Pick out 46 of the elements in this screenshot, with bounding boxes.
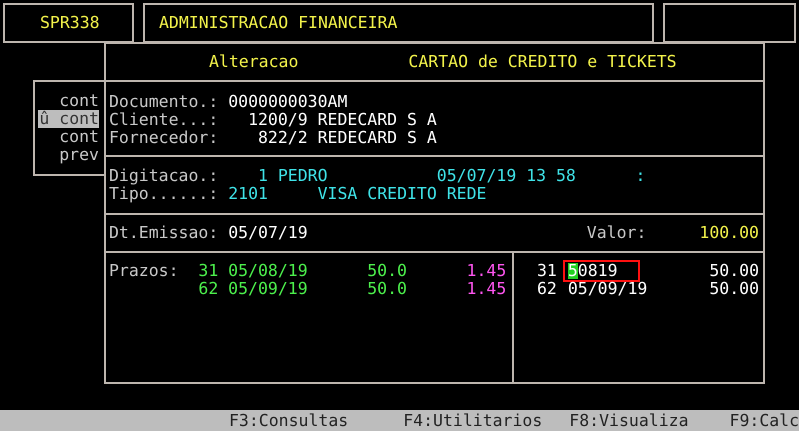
field-label: Dt.Emissao: xyxy=(109,224,220,242)
field-value: REDECARD S A xyxy=(318,129,437,147)
field-value: 2101 xyxy=(228,185,269,203)
table-cell: 62 xyxy=(198,280,218,298)
field-value: PEDRO xyxy=(278,167,329,185)
menu-item[interactable]: û cont xyxy=(38,110,99,128)
table-cell: 62 xyxy=(537,280,557,298)
table-cell: 50.00 xyxy=(709,280,759,298)
field-value: REDECARD S A xyxy=(318,111,437,129)
table-cell: 05/09/19 xyxy=(568,280,648,298)
field-value: : xyxy=(635,167,646,185)
field-value: 05/07/19 13 58 xyxy=(436,167,577,185)
field-value: 1200/9 xyxy=(247,111,308,129)
table-cell: 31 xyxy=(198,262,218,280)
dialog-mode: Alteracao xyxy=(209,53,298,71)
field-label: Cliente...: xyxy=(109,111,220,129)
field-value: 05/07/19 xyxy=(228,224,308,242)
function-key-hint[interactable]: F9:Calc xyxy=(730,412,799,430)
field-value: 822/2 xyxy=(257,129,308,147)
menu-item[interactable]: prev xyxy=(59,146,99,164)
function-key-hint[interactable]: F3:Consultas xyxy=(229,412,348,430)
table-cell-text: 50.0 xyxy=(366,280,407,298)
table-cell-text: 1.45 xyxy=(466,280,506,298)
program-code: SPR338 xyxy=(40,14,100,32)
dialog-title: CARTAO de CREDITO e TICKETS xyxy=(408,53,677,71)
menu-item[interactable]: cont xyxy=(59,92,99,110)
field-label: Valor: xyxy=(586,224,646,242)
table-cell: 50.00 xyxy=(709,262,759,280)
field-value: 100.00 xyxy=(699,224,759,242)
field-value: VISA CREDITO REDE xyxy=(318,185,486,203)
menu-item[interactable]: cont xyxy=(59,128,99,146)
table-cell-text: 1.45 xyxy=(466,262,506,280)
field-value: 1 xyxy=(257,167,268,185)
field-label: Documento.: xyxy=(109,93,220,111)
system-title: ADMINISTRACAO FINANCEIRA xyxy=(159,14,398,32)
field-label: Fornecedor: xyxy=(109,129,220,147)
field-label: Prazos: xyxy=(109,262,180,280)
table-cell: 05/09/19 xyxy=(228,280,308,298)
table-cell-text: 50.0 xyxy=(366,262,407,280)
field-value: 0000000030AM xyxy=(228,93,348,111)
field-label: Tipo......: xyxy=(109,185,220,203)
function-key-hint[interactable]: F8:Visualiza xyxy=(569,412,689,430)
table-cell: 05/08/19 xyxy=(228,262,308,280)
field-label: Digitacao.: xyxy=(109,167,220,185)
table-cell: 31 xyxy=(537,262,557,280)
function-key-hint[interactable]: F4:Utilitarios xyxy=(403,412,542,430)
